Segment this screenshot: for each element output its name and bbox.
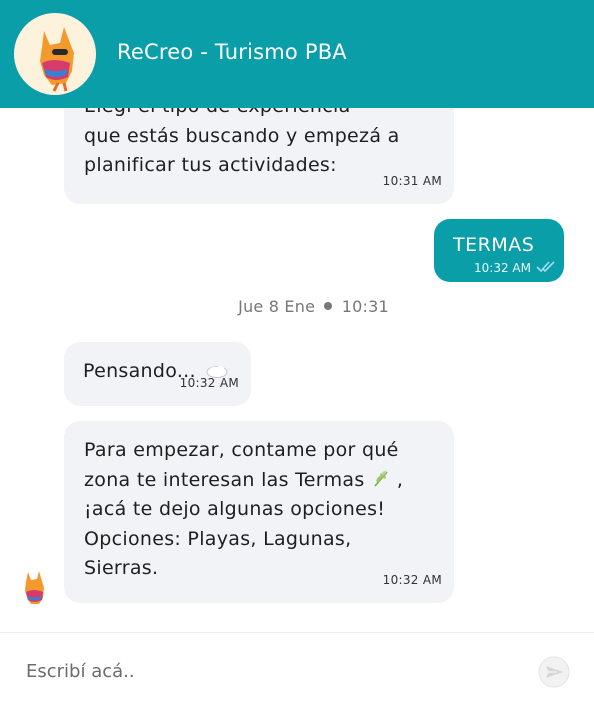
send-icon	[538, 656, 570, 688]
date-separator: Jue 8 Ene 10:31	[0, 297, 594, 316]
message-bubble-incoming: Pensando... 10:32 AM	[64, 342, 251, 406]
message-input[interactable]	[14, 651, 514, 691]
bot-avatar	[14, 13, 96, 95]
separator-dot-icon	[324, 302, 333, 310]
mascot-icon	[40, 27, 74, 92]
message-time: 10:31 AM	[382, 173, 442, 188]
message-composer	[0, 632, 594, 706]
message-time: 10:32 AM	[382, 572, 442, 587]
message-text: TERMAS	[453, 234, 535, 256]
message-list[interactable]: Elegí el tipo de experiencia que estás b…	[0, 108, 594, 632]
date-separator-time: 10:31	[341, 297, 389, 316]
message-bubble-incoming: Para empezar, contame por qué zona te in…	[64, 421, 454, 603]
date-separator-day: Jue 8 Ene	[238, 297, 316, 316]
message-bubble-incoming: Elegí el tipo de experiencia que estás b…	[64, 108, 454, 204]
read-double-check-icon	[536, 261, 555, 273]
message-time: 10:32 AM	[474, 261, 531, 275]
message-text: Elegí el tipo de experiencia que estás b…	[84, 108, 400, 176]
message-time: 10:32 AM	[179, 375, 239, 390]
herb-emoji-icon	[373, 470, 388, 487]
message-bubble-outgoing: TERMAS 10:32 AM	[434, 219, 564, 282]
message-text: Para empezar, contame por qué zona te in…	[84, 436, 444, 584]
bot-small-avatar-icon	[25, 571, 44, 604]
chat-title: ReCreo - Turismo PBA	[117, 40, 347, 64]
message-text-part-1: Para empezar, contame por qué zona te in…	[84, 439, 399, 491]
send-button[interactable]	[537, 655, 571, 689]
chat-header: ReCreo - Turismo PBA	[0, 0, 594, 108]
